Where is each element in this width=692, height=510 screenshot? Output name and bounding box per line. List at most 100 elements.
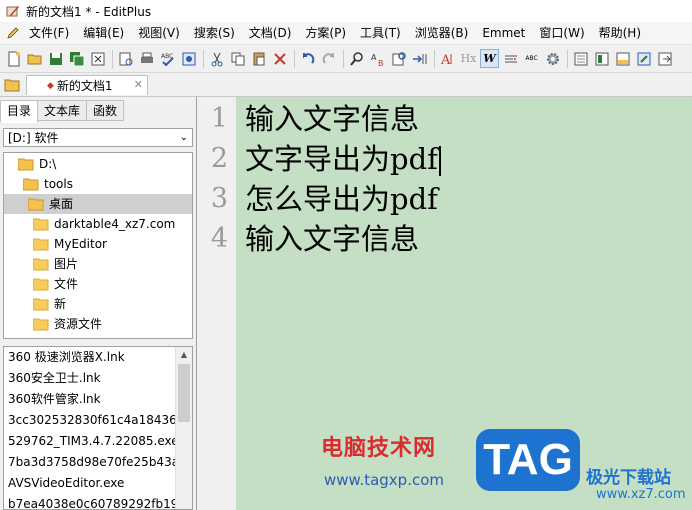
window-title: 新的文档1 * - EditPlus <box>26 4 152 19</box>
tree-node[interactable]: D:\ <box>18 154 56 174</box>
spell-check-icon[interactable]: ABC <box>158 49 177 68</box>
folder-icon <box>33 278 49 290</box>
save-icon[interactable] <box>46 49 65 68</box>
tab-cliptext[interactable]: 文本库 <box>37 100 88 121</box>
copy-icon[interactable] <box>228 49 247 68</box>
file-item[interactable]: 7ba3d3758d98e70fe25b43a0 <box>8 452 178 473</box>
site-watermark: 电脑技术网 www.tagxp.com TAG 极光下载站 www.xz7.co… <box>318 427 692 510</box>
menu-edit[interactable]: 编辑(E) <box>76 22 131 44</box>
line-number: 1 <box>210 103 228 134</box>
print-preview-icon[interactable] <box>116 49 135 68</box>
text-cursor <box>438 146 441 176</box>
output-window-icon[interactable] <box>613 49 632 68</box>
watermark-site-name: 电脑技术网 <box>321 436 437 461</box>
tree-node-selected[interactable]: 桌面 <box>4 194 192 214</box>
tag-logo: TAG <box>476 429 580 491</box>
word-wrap-icon[interactable]: W <box>480 49 499 68</box>
open-folder-icon[interactable] <box>25 49 44 68</box>
document-tab-bar: ◆ 新的文档1 ✕ <box>0 74 692 97</box>
file-item[interactable]: AVSVideoEditor.exe <box>8 473 178 494</box>
settings-gear-icon[interactable] <box>543 49 562 68</box>
menu-view[interactable]: 视图(V) <box>131 22 187 44</box>
scrollbar-thumb[interactable] <box>178 364 190 422</box>
menu-help[interactable]: 帮助(H) <box>592 22 648 44</box>
line-number: 2 <box>210 143 228 174</box>
tree-node-label: MyEditor <box>54 237 107 251</box>
left-panel: 目录 文本库 函数 [D:] 软件 ⌄ D:\ tools 桌面 darktab… <box>0 97 197 510</box>
save-all-icon[interactable] <box>67 49 86 68</box>
menu-window[interactable]: 窗口(W) <box>532 22 591 44</box>
menu-project[interactable]: 方案(P) <box>298 22 353 44</box>
tree-node[interactable]: 资源文件 <box>33 314 102 334</box>
code-line[interactable]: 输入文字信息 <box>245 99 419 139</box>
redo-icon[interactable] <box>319 49 338 68</box>
tree-node[interactable]: 图片 <box>33 254 78 274</box>
menu-file[interactable]: 文件(F) <box>22 22 76 44</box>
file-item[interactable]: b7ea4038e0c60789292fb194 <box>8 494 178 509</box>
tree-node-label: 新 <box>54 297 67 311</box>
menu-tools[interactable]: 工具(T) <box>353 22 408 44</box>
menu-browser[interactable]: 浏览器(B) <box>408 22 476 44</box>
delete-icon[interactable] <box>270 49 289 68</box>
tree-node-label: 资源文件 <box>54 317 103 331</box>
folder-icon <box>33 218 49 230</box>
menu-search[interactable]: 搜索(S) <box>187 22 242 44</box>
file-list: 360 极速浏览器X.lnk 360安全卫士.lnk 360软件管家.lnk 3… <box>3 346 193 510</box>
cut-icon[interactable] <box>207 49 226 68</box>
folder-icon[interactable] <box>4 77 20 93</box>
find-icon[interactable] <box>347 49 366 68</box>
folder-open-icon <box>23 178 39 190</box>
file-item[interactable]: 3cc302532830f61c4a1843616 <box>8 410 178 431</box>
scroll-up-icon[interactable]: ▲ <box>176 347 192 363</box>
tab-functions[interactable]: 函数 <box>86 100 125 121</box>
menu-bar: 文件(F) 编辑(E) 视图(V) 搜索(S) 文档(D) 方案(P) 工具(T… <box>0 22 692 45</box>
abc-count-icon[interactable]: ABC <box>522 49 541 68</box>
file-item[interactable]: 360软件管家.lnk <box>8 389 178 410</box>
browser-preview-icon[interactable] <box>179 49 198 68</box>
tree-node-label: 文件 <box>54 277 79 291</box>
print-icon[interactable] <box>137 49 156 68</box>
code-line-text: 输入文字信息 <box>245 222 420 256</box>
font-icon[interactable]: A <box>438 49 457 68</box>
editplus-logo-icon <box>6 6 19 17</box>
file-item[interactable]: 360 极速浏览器X.lnk <box>8 347 178 368</box>
goto-line-icon[interactable] <box>410 49 429 68</box>
paste-icon[interactable] <box>249 49 268 68</box>
fullscreen-icon[interactable] <box>634 49 653 68</box>
toolbar-separator <box>294 49 295 68</box>
drive-select[interactable]: [D:] 软件 ⌄ <box>3 128 193 147</box>
directory-window-icon[interactable] <box>571 49 590 68</box>
menu-document[interactable]: 文档(D) <box>242 22 299 44</box>
tab-directory[interactable]: 目录 <box>0 100 39 123</box>
tree-node[interactable]: tools <box>23 174 73 194</box>
tree-node-label: 图片 <box>54 257 79 271</box>
close-doc-icon[interactable] <box>88 49 107 68</box>
tab-close-icon[interactable]: ✕ <box>134 78 143 91</box>
hex-view-icon[interactable]: Hx <box>459 49 478 68</box>
file-item[interactable]: 360安全卫士.lnk <box>8 368 178 389</box>
new-file-icon[interactable] <box>4 49 23 68</box>
code-line[interactable]: 输入文字信息 <box>245 219 419 259</box>
watermark-brand-url: www.xz7.com <box>596 487 686 502</box>
exit-icon[interactable] <box>655 49 674 68</box>
file-list-scrollbar[interactable]: ▲ <box>175 347 192 509</box>
code-line[interactable]: 怎么导出为pdf <box>245 179 438 219</box>
folder-icon <box>33 238 49 250</box>
cliptext-window-icon[interactable] <box>592 49 611 68</box>
ruler-icon[interactable] <box>501 49 520 68</box>
replace-icon[interactable]: AB <box>368 49 387 68</box>
tab-new-document-1[interactable]: ◆ 新的文档1 ✕ <box>26 75 148 95</box>
find-in-files-icon[interactable] <box>389 49 408 68</box>
file-item[interactable]: 529762_TIM3.4.7.22085.exe <box>8 431 178 452</box>
svg-text:A: A <box>440 53 451 67</box>
menu-emmet[interactable]: Emmet <box>475 22 532 44</box>
title-bar: 新的文档1 * - EditPlus <box>0 0 692 22</box>
tree-node[interactable]: darktable4_xz7.com <box>33 214 175 234</box>
code-line-text: 输入文字信息 <box>245 102 420 136</box>
tree-node[interactable]: MyEditor <box>33 234 107 254</box>
toolbar-separator <box>434 49 435 68</box>
undo-icon[interactable] <box>298 49 317 68</box>
code-line[interactable]: 文字导出为pdf <box>245 139 441 179</box>
tree-node[interactable]: 新 <box>33 294 66 314</box>
tree-node[interactable]: 文件 <box>33 274 78 294</box>
